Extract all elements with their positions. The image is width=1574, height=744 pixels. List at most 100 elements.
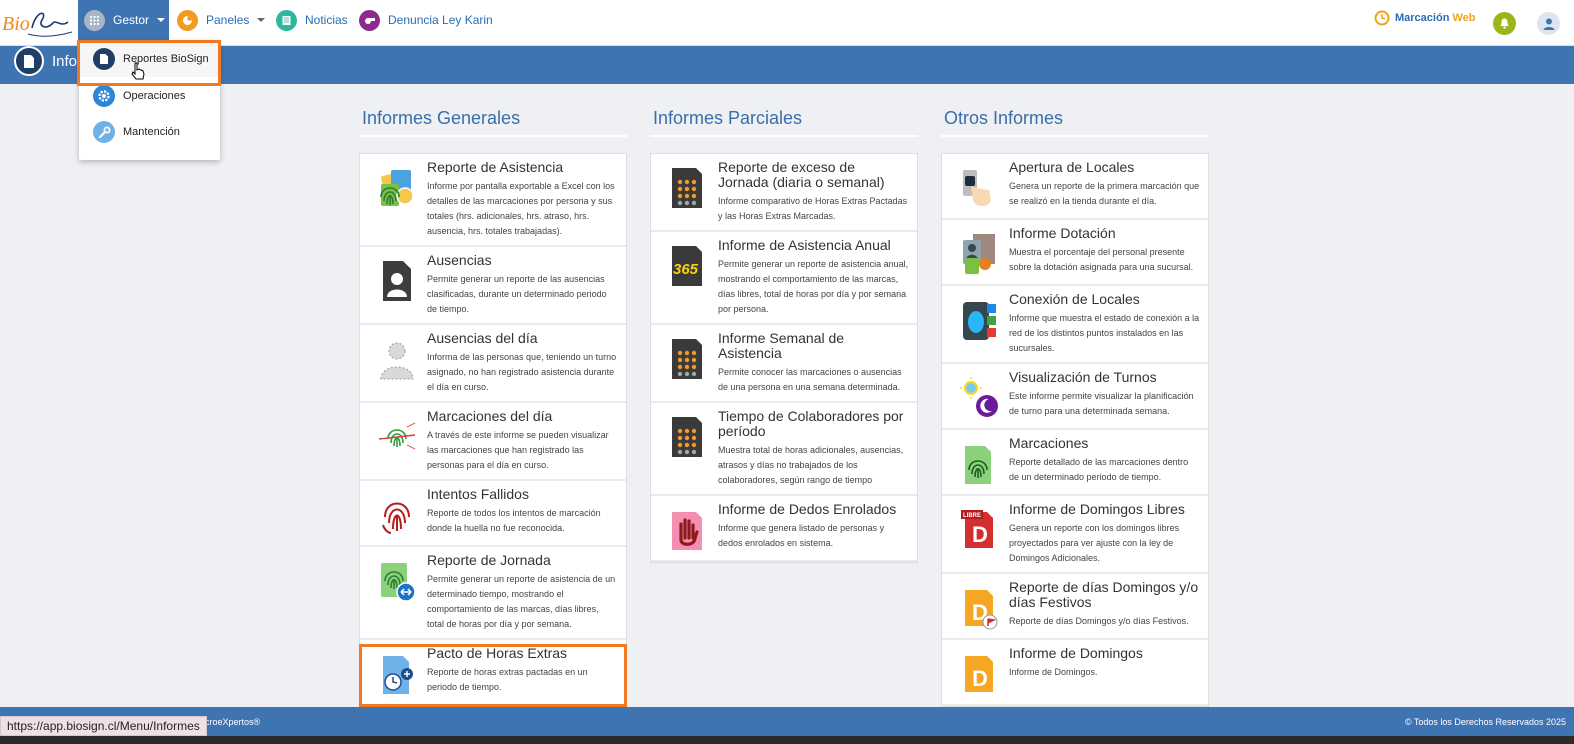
column-informes-parciales: Informes Parciales Reporte de exceso de … [650,100,918,563]
report-card[interactable]: D Informe de Domingos Informe de Domingos. [942,640,1208,706]
report-card-title[interactable]: Pacto de Horas Extras [427,646,618,661]
footer-copyright: © Todos los Derechos Reservados 2025 [1404,717,1566,727]
nav-paneles[interactable]: Paneles [177,0,266,40]
report-card-description: Permite generar un reporte de asistencia… [427,574,616,629]
nav-gestor[interactable]: Gestor [78,0,169,40]
column-otros-informes: Otros Informes Apertura de Locales Genera… [941,100,1209,707]
report-card-text: Ausencias del día Informa de las personas… [427,331,618,395]
report-card-title[interactable]: Marcaciones del día [427,409,618,424]
card-list: Reporte de Asistencia Informe por pantall… [359,153,627,707]
menu-item-mantencion[interactable]: Mantención [79,114,220,150]
report-card-text: Reporte de Jornada Permite generar un rep… [427,553,618,632]
report-card-description: Permite generar un reporte de asistencia… [718,259,909,314]
report-card-description: Informe comparativo de Horas Extras Pact… [718,196,908,221]
report-card-text: Informe de Domingos Informe de Domingos. [1009,646,1200,698]
status-bar-url: https://app.biosign.cl/Menu/Informes [0,716,207,736]
report-card-description: Reporte de todos los intentos de marcaci… [427,508,601,533]
report-card-title[interactable]: Apertura de Locales [1009,160,1200,175]
staffing-icon [954,230,1004,278]
report-card[interactable]: Tiempo de Colaboradores por período Muest… [651,403,917,496]
report-card-text: Informe Dotación Muestra el porcentaje de… [1009,226,1200,278]
report-card[interactable]: Apertura de Locales Genera un reporte de … [942,154,1208,220]
news-icon [276,9,297,31]
report-card-description: Informe por pantalla exportable a Excel … [427,181,615,236]
biosign-logo[interactable]: Bio [2,4,74,40]
marcacion-label: Marcación [1395,12,1450,24]
hand-cursor-icon [130,62,146,87]
report-card[interactable]: Informe Dotación Muestra el porcentaje de… [942,220,1208,286]
sunday-d-icon: D [954,650,1004,698]
report-card[interactable]: Marcaciones Reporte detallado de las marc… [942,430,1208,496]
report-card-title[interactable]: Conexión de Locales [1009,292,1200,307]
report-card[interactable]: Ausencias del día Informa de las personas… [360,325,626,403]
report-card-title[interactable]: Intentos Fallidos [427,487,618,502]
report-card-text: Marcaciones del día A través de este info… [427,409,618,473]
report-card-title[interactable]: Informe de Dedos Enrolados [718,502,909,517]
wrench-icon [93,121,115,143]
fingerprint-scan-icon [372,413,422,461]
report-card[interactable]: Reporte de Jornada Permite generar un rep… [360,547,626,640]
menu-item-reportes-biosign[interactable]: Reportes BioSign [79,41,220,77]
report-card[interactable]: Informe de Dedos Enrolados Informe que ge… [651,496,917,562]
report-card-title[interactable]: Informe Dotación [1009,226,1200,241]
report-card-description: Genera un reporte con los domingos libre… [1009,523,1180,563]
absence-file-icon [372,257,422,305]
top-navbar: Bio Gestor Paneles Noticias Denuncia Ley… [0,0,1574,46]
apps-grid-icon [84,9,105,31]
report-card-title[interactable]: Tiempo de Colaboradores por período [718,409,909,439]
report-card[interactable]: 365 Informe de Asistencia Anual Permite ge… [651,232,917,325]
menu-item-label: Operaciones [123,90,186,102]
card-list: Reporte de exceso de Jornada (diaria o s… [650,153,918,563]
report-card-title[interactable]: Ausencias del día [427,331,618,346]
report-card-description: Muestra total de horas adicionales, ause… [718,445,904,485]
svg-text:D: D [972,666,988,691]
report-card[interactable]: Ausencias Permite generar un reporte de l… [360,247,626,325]
report-card[interactable]: Pacto de Horas Extras Reporte de horas ex… [360,640,626,706]
report-card-title[interactable]: Reporte de exceso de Jornada (diaria o s… [718,160,909,190]
report-card-text: Ausencias Permite generar un reporte de l… [427,253,618,317]
report-card[interactable]: Visualización de Turnos Este informe perm… [942,364,1208,430]
report-card-text: Apertura de Locales Genera un reporte de … [1009,160,1200,212]
report-card-title[interactable]: Reporte de Jornada [427,553,618,568]
menu-item-operaciones[interactable]: Operaciones [79,78,220,114]
report-card-title[interactable]: Reporte de días Domingos y/o días Festiv… [1009,580,1200,610]
nav-denuncia-ley-karin[interactable]: Denuncia Ley Karin [359,0,493,40]
report-card-title[interactable]: Reporte de Asistencia [427,160,618,175]
report-card-title[interactable]: Informe de Domingos Libres [1009,502,1200,517]
report-card-title[interactable]: Marcaciones [1009,436,1200,451]
report-card[interactable]: Conexión de Locales Informe que muestra e… [942,286,1208,364]
menu-item-label: Mantención [123,126,180,138]
report-card[interactable]: Informe Semanal de Asistencia Permite con… [651,325,917,403]
bell-icon[interactable] [1493,12,1516,35]
report-card-title[interactable]: Ausencias [427,253,618,268]
report-card-text: Pacto de Horas Extras Reporte de horas ex… [427,646,618,698]
report-card[interactable]: D Reporte de días Domingos y/o días Festi… [942,574,1208,640]
report-card-description: Reporte detallado de las marcaciones den… [1009,457,1189,482]
workday-report-icon [372,557,422,605]
report-card-text: Reporte de exceso de Jornada (diaria o s… [718,160,909,224]
report-card[interactable]: D LIBRE Informe de Domingos Libres Genera u… [942,496,1208,574]
report-card[interactable]: Intentos Fallidos Reporte de todos los in… [360,481,626,547]
user-avatar-icon[interactable] [1537,12,1560,35]
365-calendar-icon: 365 [663,242,713,290]
attendance-report-icon [372,164,422,212]
report-card[interactable]: Marcaciones del día A través de este info… [360,403,626,481]
pie-chart-icon [177,9,198,31]
report-card[interactable]: Reporte de exceso de Jornada (diaria o s… [651,154,917,232]
nav-gestor-label: Gestor [113,13,150,27]
taskbar-strip [0,736,1574,744]
report-card[interactable]: Reporte de Asistencia Informe por pantall… [360,154,626,247]
report-card-description: Informa de las personas que, teniendo un… [427,352,617,392]
report-card-description: Informe que muestra el estado de conexió… [1009,313,1200,353]
report-card-text: Tiempo de Colaboradores por período Muest… [718,409,909,488]
marcaciones-fingerprint-icon [954,440,1004,488]
nav-noticias[interactable]: Noticias [276,0,348,40]
report-card-title[interactable]: Informe de Domingos [1009,646,1200,661]
report-card-text: Informe de Dedos Enrolados Informe que ge… [718,502,909,554]
svg-text:Bio: Bio [2,13,30,35]
page-header-bar: Informes [0,46,1574,84]
report-card-title[interactable]: Informe Semanal de Asistencia [718,331,909,361]
marcacion-web-link[interactable]: Marcación Web [1374,10,1475,26]
report-card-title[interactable]: Visualización de Turnos [1009,370,1200,385]
report-card-title[interactable]: Informe de Asistencia Anual [718,238,909,253]
